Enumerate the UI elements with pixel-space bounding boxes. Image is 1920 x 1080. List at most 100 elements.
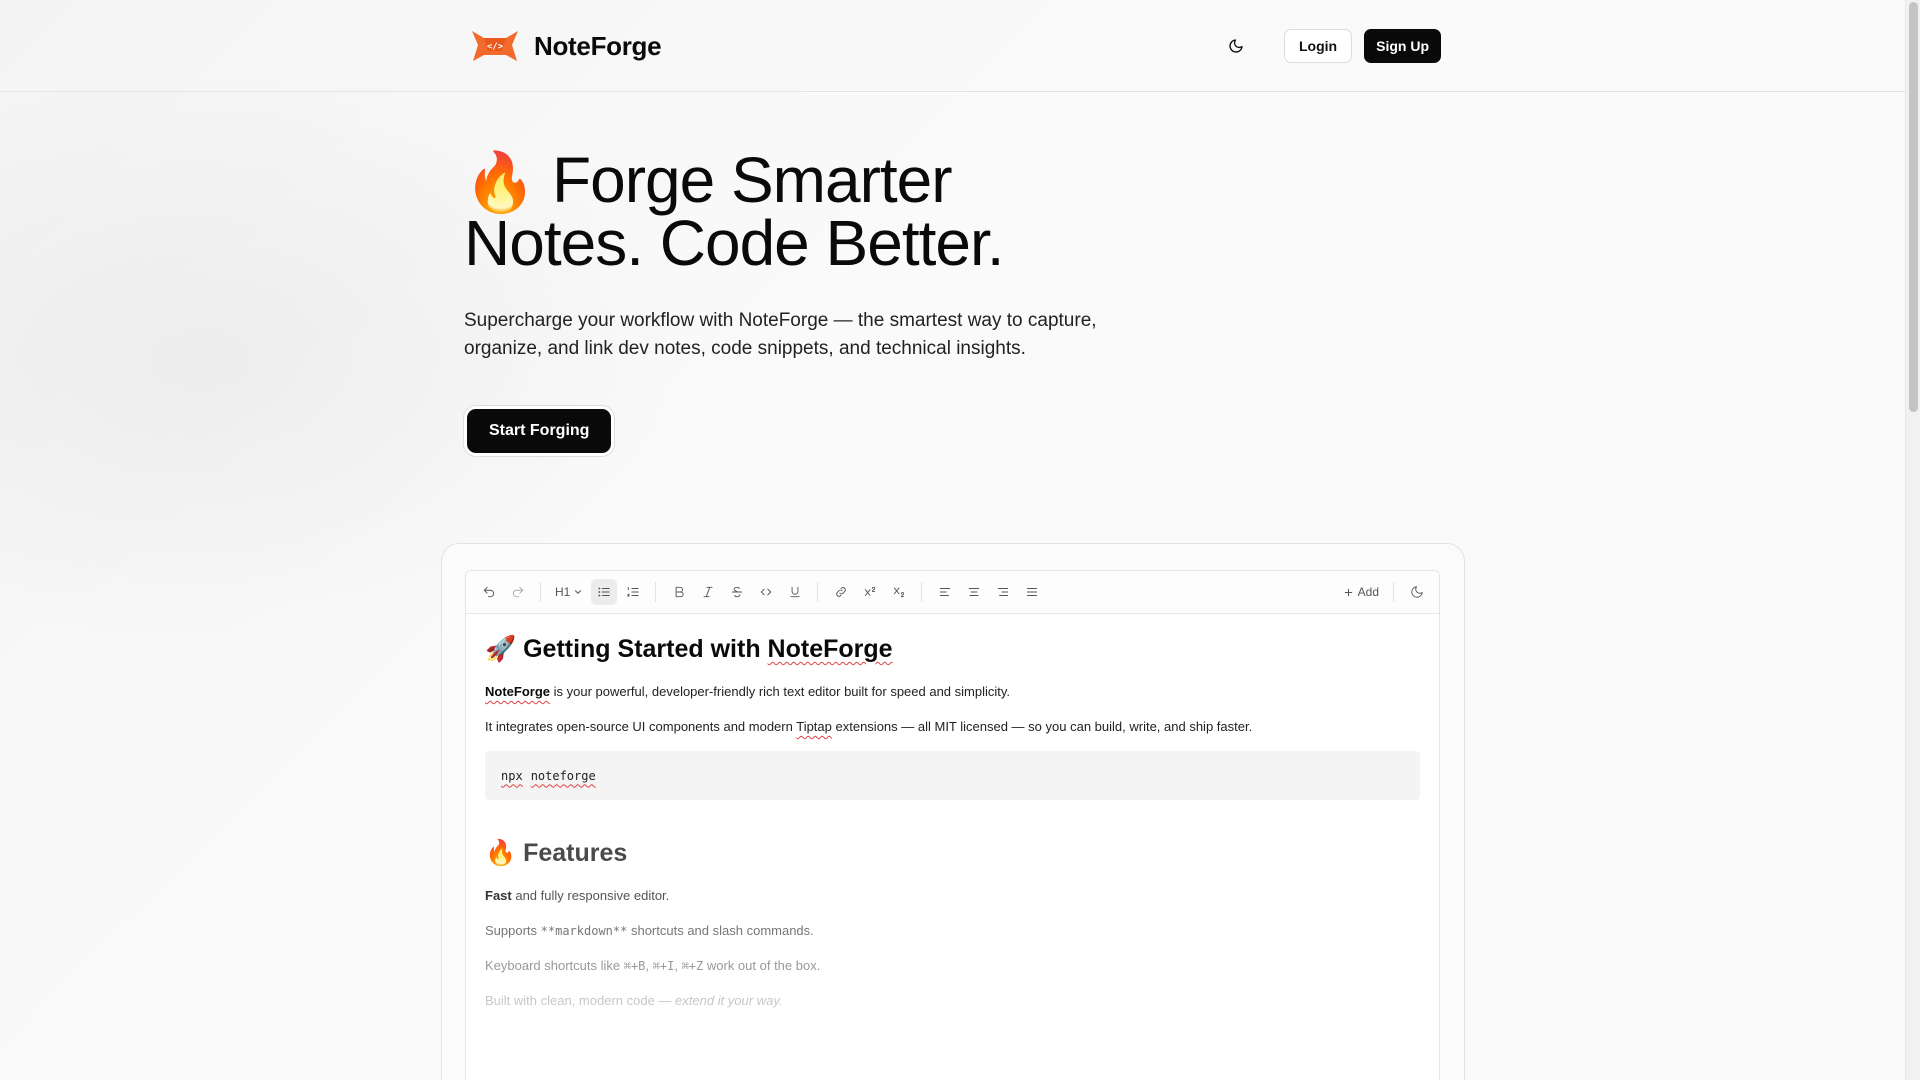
plus-icon: [1344, 588, 1352, 596]
brand[interactable]: </> NoteForge: [470, 29, 662, 63]
doc-heading-text: Getting Started with: [523, 635, 768, 663]
redo-icon: [512, 586, 523, 598]
align-justify-icon: [1026, 588, 1037, 596]
brand-name: NoteForge: [534, 30, 662, 61]
feature-shortcuts: Keyboard shortcuts like ⌘+B, ⌘+I, ⌘+Z wo…: [485, 957, 1420, 975]
add-block-label: Add: [1357, 585, 1379, 599]
toolbar-separator: [655, 582, 657, 602]
feature-markdown-code: **markdown**: [540, 924, 628, 938]
doc-heading-features: 🔥 Features: [485, 836, 1420, 870]
align-left-button[interactable]: [932, 579, 958, 605]
ordered-list-icon: [627, 586, 639, 597]
toolbar-separator: [1393, 582, 1394, 602]
shortcut-italic: ⌘+I: [652, 959, 675, 973]
redo-button[interactable]: [505, 579, 531, 605]
scrollbar-thumb[interactable]: [1909, 2, 1918, 412]
rich-text-editor: H1 Add 🚀 Getting Started with NoteForge …: [465, 570, 1440, 1080]
align-right-button[interactable]: [990, 579, 1016, 605]
hero-subtitle: Supercharge your workflow with NoteForge…: [464, 310, 1097, 359]
doc-paragraph-int-start: It integrates open-source UI components …: [485, 719, 797, 734]
editor-toolbar: H1 Add: [466, 571, 1439, 614]
bold-icon: [675, 586, 684, 598]
theme-toggle-button[interactable]: [1216, 26, 1256, 66]
feature-markdown-end: shortcuts and slash commands.: [627, 923, 814, 938]
feature-clean-code-start: Built with clean, modern code —: [485, 993, 676, 1008]
doc-paragraph-integrations: It integrates open-source UI components …: [485, 718, 1420, 736]
align-left-icon: [939, 588, 950, 596]
code-icon: [760, 588, 771, 596]
align-right-icon: [997, 588, 1008, 596]
hero-title-line2: Notes. Code Better.: [464, 207, 1005, 279]
moon-icon: [1229, 39, 1243, 53]
code-command: npx: [501, 768, 523, 783]
header-inner: </> NoteForge Login Sign Up: [470, 0, 1441, 92]
fire-emoji-icon: 🔥: [464, 150, 536, 215]
signup-button[interactable]: Sign Up: [1364, 29, 1441, 63]
shortcut-separator: ,: [645, 958, 653, 973]
doc-heading-brand: NoteForge: [767, 635, 893, 663]
hero-title-line1: Forge Smarter: [552, 144, 953, 216]
link-button[interactable]: [828, 579, 854, 605]
align-center-button[interactable]: [961, 579, 987, 605]
code-argument: noteforge: [530, 768, 596, 783]
editor-content[interactable]: 🚀 Getting Started with NoteForge NoteFor…: [466, 614, 1439, 1010]
underline-icon: [790, 586, 800, 598]
chevron-down-icon: [575, 590, 582, 594]
strikethrough-icon: [731, 586, 742, 598]
site-header: </> NoteForge Login Sign Up: [0, 0, 1905, 92]
undo-icon: [483, 586, 494, 598]
shortcut-bold: ⌘+B: [623, 959, 646, 973]
bullet-list-icon: [598, 587, 610, 597]
feature-markdown-start: Supports: [485, 923, 541, 938]
svg-text:</>: </>: [487, 42, 504, 52]
bullet-list-button[interactable]: [590, 579, 617, 605]
start-forging-button[interactable]: Start Forging: [467, 409, 612, 453]
doc-paragraph-intro-text: is your powerful, developer-friendly ric…: [550, 684, 1011, 699]
code-block: npx noteforge: [485, 751, 1420, 800]
link-icon: [836, 587, 846, 597]
moon-icon: [1410, 586, 1423, 598]
editor-theme-toggle-button[interactable]: [1404, 579, 1430, 605]
bold-button[interactable]: [666, 579, 692, 605]
feature-shortcuts-start: Keyboard shortcuts like: [485, 958, 624, 973]
heading-dropdown-label: H1: [555, 585, 571, 599]
fire-emoji-icon: 🔥: [485, 839, 517, 867]
doc-heading-features-text: Features: [523, 839, 628, 867]
header-actions: Login Sign Up: [1216, 26, 1441, 66]
fox-code-logo-icon: </>: [472, 31, 518, 61]
doc-paragraph-tiptap: Tiptap: [796, 719, 832, 734]
rocket-emoji-icon: 🚀: [485, 635, 517, 663]
subscript-button[interactable]: [886, 579, 912, 605]
align-center-icon: [968, 588, 979, 596]
hero-title: 🔥 Forge Smarter Notes. Code Better.: [464, 148, 1164, 275]
underline-button[interactable]: [782, 579, 808, 605]
login-button[interactable]: Login: [1284, 29, 1353, 63]
feature-fast-text: and fully responsive editor.: [511, 888, 670, 903]
strikethrough-button[interactable]: [724, 579, 750, 605]
add-block-button[interactable]: Add: [1337, 579, 1385, 605]
shortcut-separator: ,: [674, 958, 682, 973]
feature-fast: Fast and fully responsive editor.: [485, 887, 1420, 905]
toolbar-separator: [921, 582, 923, 602]
feature-clean-code-italic: extend it your way.: [675, 993, 783, 1008]
doc-paragraph-brand: NoteForge: [485, 684, 550, 699]
toolbar-separator: [540, 582, 541, 602]
feature-fast-bold: Fast: [485, 888, 512, 903]
shortcut-undo: ⌘+Z: [681, 959, 704, 973]
doc-paragraph-intro: NoteForge is your powerful, developer-fr…: [485, 683, 1420, 701]
heading-dropdown[interactable]: H1: [549, 579, 589, 605]
feature-shortcuts-end: work out of the box.: [703, 958, 821, 973]
superscript-icon: [864, 586, 875, 596]
feature-clean-code: Built with clean, modern code — extend i…: [485, 992, 1420, 1010]
inline-code-button[interactable]: [753, 579, 779, 605]
undo-button[interactable]: [476, 579, 502, 605]
align-justify-button[interactable]: [1019, 579, 1045, 605]
feature-markdown: Supports **markdown** shortcuts and slas…: [485, 922, 1420, 940]
doc-heading-getting-started: 🚀 Getting Started with NoteForge: [485, 632, 1420, 666]
doc-paragraph-int-end: extensions — all MIT licensed — so you c…: [831, 719, 1253, 734]
superscript-button[interactable]: [857, 579, 883, 605]
ordered-list-button[interactable]: [620, 579, 646, 605]
subscript-icon: [893, 587, 904, 598]
page-scrollbar[interactable]: [1905, 0, 1920, 1080]
italic-button[interactable]: [695, 579, 721, 605]
